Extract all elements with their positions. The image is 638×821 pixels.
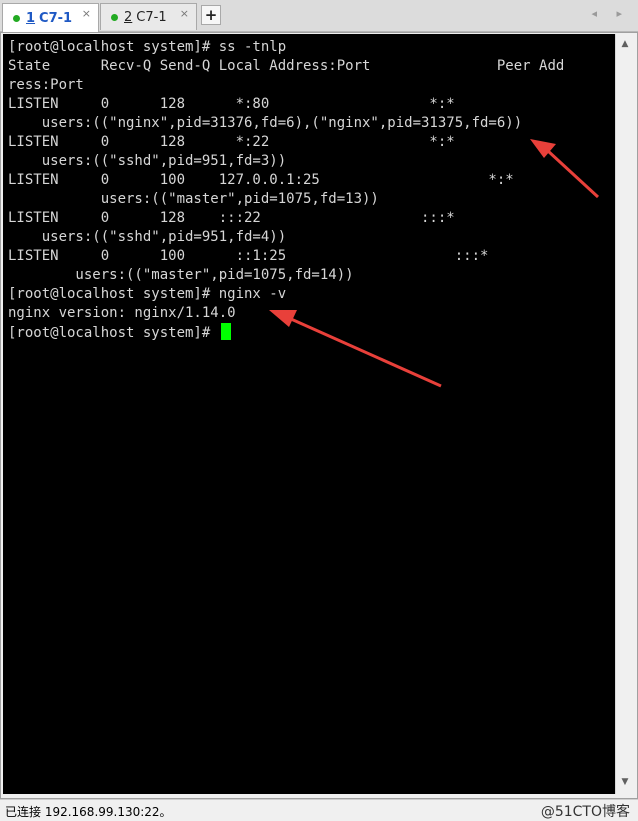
site-watermark: @51CTO博客 bbox=[540, 804, 630, 820]
tab-session-2[interactable]: 2 C7-1 × bbox=[100, 3, 197, 30]
new-tab-button[interactable]: + bbox=[201, 5, 221, 25]
tab-number: 2 bbox=[124, 9, 133, 25]
annotation-arrow-version bbox=[269, 310, 442, 388]
close-tab-icon[interactable]: × bbox=[180, 7, 189, 20]
connected-status-icon bbox=[13, 14, 20, 22]
tab-bar: 1 C7-1 × 2 C7-1 × + ◂ ▸ bbox=[0, 0, 638, 32]
annotation-arrows bbox=[269, 139, 600, 388]
status-bar: 已连接 192.168.99.130:22。 @51CTO博客 bbox=[0, 799, 638, 821]
scroll-down-icon[interactable]: ▼ bbox=[616, 774, 634, 790]
tab-number: 1 bbox=[26, 10, 36, 26]
connected-status-icon bbox=[111, 13, 118, 21]
tab-label: C7-1 bbox=[39, 10, 73, 26]
close-tab-icon[interactable]: × bbox=[82, 7, 91, 20]
tab-session-1[interactable]: 1 C7-1 × bbox=[2, 3, 99, 32]
tab-scroll-arrows-icon[interactable]: ◂ ▸ bbox=[591, 7, 630, 20]
vertical-scrollbar[interactable]: ▲ ▼ bbox=[615, 34, 634, 794]
tab-label: C7-1 bbox=[136, 9, 167, 25]
scroll-up-icon[interactable]: ▲ bbox=[616, 36, 634, 52]
terminal-output[interactable]: [root@localhost system]# ss -tnlp State … bbox=[3, 34, 615, 794]
annotation-arrow-ports bbox=[530, 139, 600, 199]
connection-status: 已连接 192.168.99.130:22。 bbox=[5, 805, 172, 819]
